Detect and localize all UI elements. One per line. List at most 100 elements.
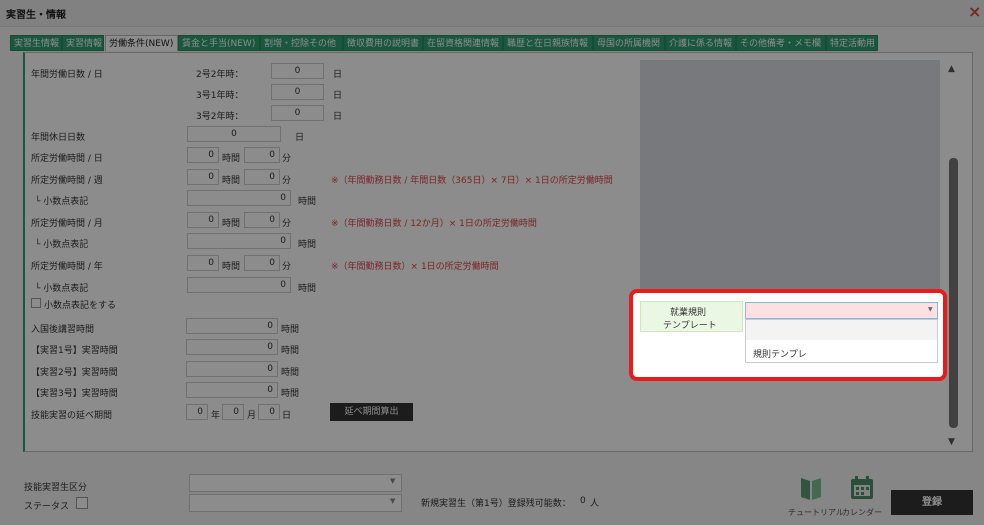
weekly-minutes-input[interactable]: 0 <box>244 169 280 185</box>
unit-minutes: 分 <box>282 219 292 229</box>
tab-labor-conditions[interactable]: 労働条件(NEW) <box>105 35 178 51</box>
tab-care[interactable]: 介護に係る情報 <box>665 35 736 51</box>
trainee-category-label: 技能実習生区分 <box>24 483 88 493</box>
unit-hours: 時間 <box>281 346 300 356</box>
status-select[interactable] <box>189 494 402 512</box>
tab-home-org[interactable]: 母国の所属機関 <box>593 35 665 51</box>
tab-trainee-info[interactable]: 実習生情報 <box>10 35 62 51</box>
decimal-checkbox-label: 小数点表記をする <box>44 301 117 311</box>
training-2-input[interactable]: 0 <box>186 361 278 377</box>
work-rules-select[interactable] <box>745 302 938 319</box>
unit-hours: 時間 <box>298 240 317 250</box>
training-2-label: 【実習2号】実習時間 <box>31 368 118 378</box>
extension-days-input[interactable]: 0 <box>258 404 280 420</box>
yearly-decimal-input[interactable]: 0 <box>187 277 291 293</box>
work-days-3-1-label: 3号1年時： <box>196 91 244 101</box>
monthly-minutes-input[interactable]: 0 <box>244 212 280 228</box>
dropdown-option-template[interactable]: 規則テンプレ <box>753 347 807 360</box>
extension-months-input[interactable]: 0 <box>222 404 244 420</box>
work-days-3-2-label: 3号2年時： <box>196 112 244 122</box>
annual-holidays-label: 年間休日日数 <box>31 133 86 143</box>
training-1-label: 【実習1号】実習時間 <box>31 346 118 356</box>
intro-training-label: 入国後講習時間 <box>31 325 95 335</box>
monthly-hours-note: ※（年間勤務日数 / 12か月）× 1日の所定労働時間 <box>331 219 537 229</box>
remaining-label: 新規実習生（第1号）登録残可能数： <box>421 499 571 509</box>
unit-month: 月 <box>247 411 257 421</box>
calc-extension-button[interactable]: 延べ期間算出 <box>330 403 413 421</box>
unit-hours: 時間 <box>298 284 317 294</box>
unit-hours: 時間 <box>281 325 300 335</box>
scroll-up-icon[interactable]: ▲ <box>948 64 955 74</box>
book-icon[interactable] <box>798 474 824 502</box>
annual-work-days-label: 年間労働日数 / 日 <box>31 70 103 80</box>
annual-holidays-input[interactable]: 0 <box>187 126 281 142</box>
unit-hours: 時間 <box>222 154 241 164</box>
unit-day: 日 <box>333 70 343 80</box>
work-rules-label-line2: テンプレート <box>663 321 717 331</box>
tab-fees[interactable]: 徴収費用の説明書 <box>343 35 423 51</box>
tab-other-notes[interactable]: その他備考・メモ欄 <box>736 35 826 51</box>
monthly-hours-label: 所定労働時間 / 月 <box>31 219 103 229</box>
training-1-input[interactable]: 0 <box>186 339 278 355</box>
training-3-input[interactable]: 0 <box>186 382 278 398</box>
weekly-decimal-label: └ 小数点表記 <box>35 197 89 207</box>
daily-minutes-input[interactable]: 0 <box>244 147 280 163</box>
register-button[interactable]: 登録 <box>891 490 973 515</box>
intro-training-input[interactable]: 0 <box>186 318 278 334</box>
tab-specified[interactable]: 特定活動用 <box>826 35 878 51</box>
unit-hours: 時間 <box>222 176 241 186</box>
scroll-down-icon[interactable]: ▼ <box>948 437 955 447</box>
status-checkbox[interactable] <box>76 497 88 509</box>
work-days-2-2-input[interactable]: 0 <box>271 63 324 79</box>
weekly-hours-input[interactable]: 0 <box>187 169 219 185</box>
work-days-3-2-input[interactable]: 0 <box>271 105 324 121</box>
tab-career[interactable]: 職歴と在日親族情報 <box>503 35 593 51</box>
monthly-decimal-label: └ 小数点表記 <box>35 240 89 250</box>
yearly-hours-input[interactable]: 0 <box>187 255 219 271</box>
daily-hours-input[interactable]: 0 <box>187 147 219 163</box>
tab-residence[interactable]: 在留資格関連情報 <box>423 35 503 51</box>
weekly-hours-label: 所定労働時間 / 週 <box>31 176 103 186</box>
decimal-checkbox[interactable] <box>31 298 41 308</box>
chevron-down-icon: ▼ <box>390 477 396 485</box>
calendar-label[interactable]: カレンダー <box>842 507 882 518</box>
work-days-2-2-label: 2号2年時： <box>196 70 244 80</box>
daily-hours-label: 所定労働時間 / 日 <box>31 154 103 164</box>
window-title: 実習生・情報 <box>6 10 66 21</box>
tab-premiums[interactable]: 割増・控除その他 <box>260 35 343 51</box>
trainee-category-select[interactable] <box>189 474 402 492</box>
yearly-hours-note: ※（年間勤務日数）× 1日の所定労働時間 <box>331 262 499 272</box>
unit-hours: 時間 <box>298 197 317 207</box>
training-3-label: 【実習3号】実習時間 <box>31 389 118 399</box>
remaining-value: 0 <box>580 496 586 506</box>
yearly-minutes-input[interactable]: 0 <box>244 255 280 271</box>
chevron-down-icon: ▼ <box>390 497 396 505</box>
tab-training-info[interactable]: 実習情報 <box>62 35 104 51</box>
yearly-decimal-label: └ 小数点表記 <box>35 284 89 294</box>
window-titlebar <box>0 0 984 27</box>
dropdown-option-blank[interactable] <box>746 320 937 340</box>
unit-hours: 時間 <box>222 262 241 272</box>
tab-wages[interactable]: 賃金と手当(NEW) <box>178 35 260 51</box>
unit-minutes: 分 <box>282 262 292 272</box>
weekly-hours-note: ※（年間勤務日数 / 年間日数（365日）× 7日）× 1日の所定労働時間 <box>331 176 613 186</box>
chevron-down-icon: ▼ <box>928 306 933 313</box>
work-days-3-1-input[interactable]: 0 <box>271 84 324 100</box>
unit-year: 年 <box>211 411 221 421</box>
unit-hours: 時間 <box>281 368 300 378</box>
status-label: ステータス <box>24 502 70 512</box>
weekly-decimal-input[interactable]: 0 <box>187 190 291 206</box>
monthly-hours-input[interactable]: 0 <box>187 212 219 228</box>
close-icon[interactable]: × <box>968 2 981 21</box>
extension-years-input[interactable]: 0 <box>186 404 208 420</box>
tutorial-label[interactable]: チュートリアル <box>788 507 844 518</box>
unit-day: 日 <box>333 91 343 101</box>
unit-day: 日 <box>333 112 343 122</box>
unit-hours: 時間 <box>281 389 300 399</box>
monthly-decimal-input[interactable]: 0 <box>187 233 291 249</box>
unit-day: 日 <box>282 411 292 421</box>
unit-minutes: 分 <box>282 176 292 186</box>
scrollbar-thumb[interactable] <box>949 158 958 428</box>
calendar-icon[interactable] <box>849 475 875 501</box>
remaining-unit: 人 <box>590 499 600 509</box>
